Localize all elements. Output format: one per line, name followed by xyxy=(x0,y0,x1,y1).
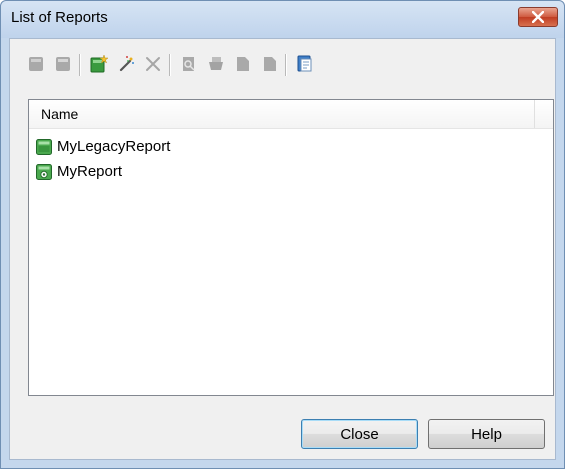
toolbar-separator xyxy=(169,54,171,76)
legacy-report-icon xyxy=(36,138,52,155)
title-bar[interactable]: List of Reports xyxy=(1,1,564,38)
help-button[interactable]: Help xyxy=(428,419,545,449)
list-item[interactable]: MyLegacyReport xyxy=(35,134,553,159)
list-item[interactable]: MyReport xyxy=(35,159,553,184)
print-button[interactable] xyxy=(204,52,228,76)
list-item-label: MyReport xyxy=(57,163,123,180)
print-icon xyxy=(209,57,223,70)
preview-icon xyxy=(183,57,195,71)
new-report-button[interactable] xyxy=(87,52,111,76)
delete-button[interactable] xyxy=(141,52,165,76)
list-header: Name xyxy=(29,100,553,129)
column-header-label: Name xyxy=(41,106,79,122)
window-title: List of Reports xyxy=(11,9,108,26)
delete-icon xyxy=(146,57,160,71)
document-icon xyxy=(237,57,249,71)
generate-rtf-button[interactable] xyxy=(231,52,255,76)
new-report-icon xyxy=(90,54,109,73)
list-of-reports-dialog: List of Reports Name MyLegacyReport MyRe… xyxy=(0,0,565,469)
close-icon xyxy=(532,11,544,23)
magic-wand-icon xyxy=(119,56,134,72)
report-template-icon xyxy=(297,55,312,72)
folder-properties-icon xyxy=(56,57,70,71)
generate-html-button[interactable] xyxy=(258,52,282,76)
reports-list[interactable]: Name MyLegacyReport MyReport xyxy=(28,99,554,396)
list-item-label: MyLegacyReport xyxy=(57,138,171,155)
document-icon xyxy=(264,57,276,71)
report-wizard-button[interactable] xyxy=(114,52,138,76)
properties-button[interactable] xyxy=(24,52,48,76)
report-template-button[interactable] xyxy=(293,52,317,76)
folder-properties-button[interactable] xyxy=(51,52,75,76)
properties-icon xyxy=(29,57,43,71)
toolbar-separator xyxy=(285,54,287,76)
toolbar xyxy=(22,50,543,80)
window-close-button[interactable] xyxy=(518,7,558,27)
list-rows: MyLegacyReport MyReport xyxy=(35,134,553,184)
column-header-name[interactable]: Name xyxy=(29,100,535,128)
report-icon xyxy=(36,163,52,180)
preview-button[interactable] xyxy=(177,52,201,76)
close-button[interactable]: Close xyxy=(301,419,418,449)
toolbar-separator xyxy=(79,54,81,76)
dialog-body: Name MyLegacyReport MyReport Close Help xyxy=(9,38,556,460)
